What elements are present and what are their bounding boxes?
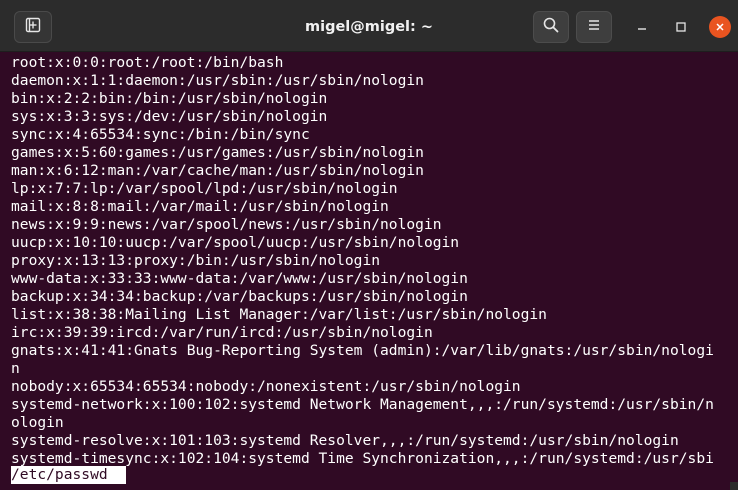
close-button[interactable] bbox=[709, 16, 731, 38]
output-line: sys:x:3:3:sys:/dev:/usr/sbin/nologin bbox=[11, 108, 328, 125]
output-line: sync:x:4:65534:sync:/bin:/bin/sync bbox=[11, 126, 310, 143]
title-bar[interactable]: migel@migel: ~ bbox=[0, 0, 738, 52]
minimize-icon bbox=[636, 18, 648, 37]
output-line: root:x:0:0:root:/root:/bin/bash bbox=[11, 54, 284, 71]
terminal-window: migel@migel: ~ root:x:0:0:root:/root:/bi… bbox=[0, 0, 738, 490]
hamburger-menu-icon bbox=[586, 17, 602, 37]
window-title: migel@migel: ~ bbox=[304, 19, 434, 35]
minimize-button[interactable] bbox=[631, 16, 653, 38]
search-icon bbox=[542, 16, 560, 38]
new-tab-icon bbox=[24, 16, 42, 38]
output-line: www-data:x:33:33:www-data:/var/www:/usr/… bbox=[11, 270, 468, 287]
maximize-icon bbox=[675, 18, 687, 37]
output-line: news:x:9:9:news:/var/spool/news:/usr/sbi… bbox=[11, 216, 442, 233]
output-line: ologin bbox=[11, 414, 64, 431]
output-line: n bbox=[11, 360, 20, 377]
output-line: mail:x:8:8:mail:/var/mail:/usr/sbin/nolo… bbox=[11, 198, 389, 215]
output-line: lp:x:7:7:lp:/var/spool/lpd:/usr/sbin/nol… bbox=[11, 180, 398, 197]
output-line: man:x:6:12:man:/var/cache/man:/usr/sbin/… bbox=[11, 162, 424, 179]
output-line: proxy:x:13:13:proxy:/bin:/usr/sbin/nolog… bbox=[11, 252, 381, 269]
output-line: uucp:x:10:10:uucp:/var/spool/uucp:/usr/s… bbox=[11, 234, 460, 251]
output-line: bin:x:2:2:bin:/bin:/usr/sbin/nologin bbox=[11, 90, 328, 107]
terminal-output[interactable]: root:x:0:0:root:/root:/bin/bash daemon:x… bbox=[0, 52, 738, 490]
search-button[interactable] bbox=[533, 11, 569, 43]
menu-button[interactable] bbox=[576, 11, 612, 43]
close-icon bbox=[714, 18, 726, 37]
output-line: daemon:x:1:1:daemon:/usr/sbin:/usr/sbin/… bbox=[11, 72, 424, 89]
new-tab-button[interactable] bbox=[14, 11, 52, 43]
output-line: list:x:38:38:Mailing List Manager:/var/l… bbox=[11, 306, 547, 323]
output-line: systemd-network:x:100:102:systemd Networ… bbox=[11, 396, 714, 413]
maximize-button[interactable] bbox=[670, 16, 692, 38]
output-line: backup:x:34:34:backup:/var/backups:/usr/… bbox=[11, 288, 468, 305]
output-line: gnats:x:41:41:Gnats Bug-Reporting System… bbox=[11, 342, 714, 359]
output-line: games:x:5:60:games:/usr/games:/usr/sbin/… bbox=[11, 144, 424, 161]
output-line: nobody:x:65534:65534:nobody:/nonexistent… bbox=[11, 378, 521, 395]
pager-status-line: /etc/passwd bbox=[11, 466, 126, 484]
window-corner bbox=[730, 482, 738, 490]
output-line: irc:x:39:39:ircd:/var/run/ircd:/usr/sbin… bbox=[11, 324, 433, 341]
output-lines: root:x:0:0:root:/root:/bin/bash daemon:x… bbox=[11, 54, 738, 468]
output-line: systemd-resolve:x:101:103:systemd Resolv… bbox=[11, 432, 679, 449]
